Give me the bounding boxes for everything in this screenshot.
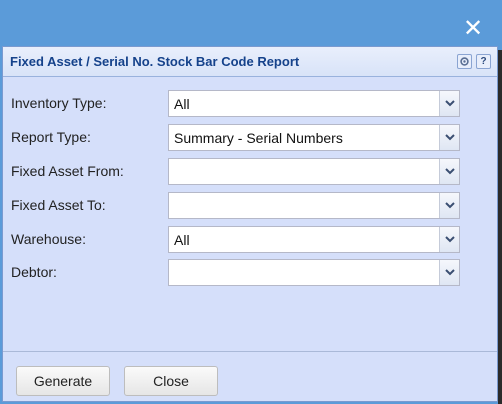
fixed-asset-to-label: Fixed Asset To: <box>11 197 106 213</box>
dialog-titlebar: Fixed Asset / Serial No. Stock Bar Code … <box>3 47 497 77</box>
form-row-warehouse: Warehouse: All <box>3 226 497 253</box>
chevron-down-icon[interactable] <box>439 125 459 150</box>
inventory-type-value: All <box>174 96 190 112</box>
chevron-down-icon[interactable] <box>439 159 459 184</box>
inventory-type-label: Inventory Type: <box>11 95 107 111</box>
close-icon[interactable]: ✕ <box>462 17 484 41</box>
form-row-fixed-asset-to: Fixed Asset To: <box>3 192 497 219</box>
report-type-label: Report Type: <box>11 129 91 145</box>
debtor-label: Debtor: <box>11 264 57 280</box>
debtor-select[interactable] <box>168 259 460 286</box>
dialog-footer: Generate Close <box>3 351 497 401</box>
form-row-report-type: Report Type: Summary - Serial Numbers <box>3 124 497 151</box>
warehouse-select[interactable]: All <box>168 226 460 253</box>
help-icon[interactable]: ? <box>476 54 491 69</box>
generate-button[interactable]: Generate <box>16 366 110 396</box>
fixed-asset-from-label: Fixed Asset From: <box>11 163 124 179</box>
close-button[interactable]: Close <box>124 366 218 396</box>
background-edge <box>498 50 502 404</box>
warehouse-value: All <box>174 232 190 248</box>
form-row-inventory-type: Inventory Type: All <box>3 90 497 117</box>
form-row-fixed-asset-from: Fixed Asset From: <box>3 158 497 185</box>
gear-icon[interactable] <box>457 54 472 69</box>
report-dialog: Fixed Asset / Serial No. Stock Bar Code … <box>2 46 498 402</box>
chevron-down-icon[interactable] <box>439 260 459 285</box>
fixed-asset-to-select[interactable] <box>168 192 460 219</box>
report-type-value: Summary - Serial Numbers <box>174 130 343 146</box>
warehouse-label: Warehouse: <box>11 231 86 247</box>
report-type-select[interactable]: Summary - Serial Numbers <box>168 124 460 151</box>
chevron-down-icon[interactable] <box>439 227 459 252</box>
form-row-debtor: Debtor: <box>3 259 497 286</box>
chevron-down-icon[interactable] <box>439 193 459 218</box>
inventory-type-select[interactable]: All <box>168 90 460 117</box>
fixed-asset-from-select[interactable] <box>168 158 460 185</box>
dialog-title: Fixed Asset / Serial No. Stock Bar Code … <box>10 54 300 69</box>
chevron-down-icon[interactable] <box>439 91 459 116</box>
